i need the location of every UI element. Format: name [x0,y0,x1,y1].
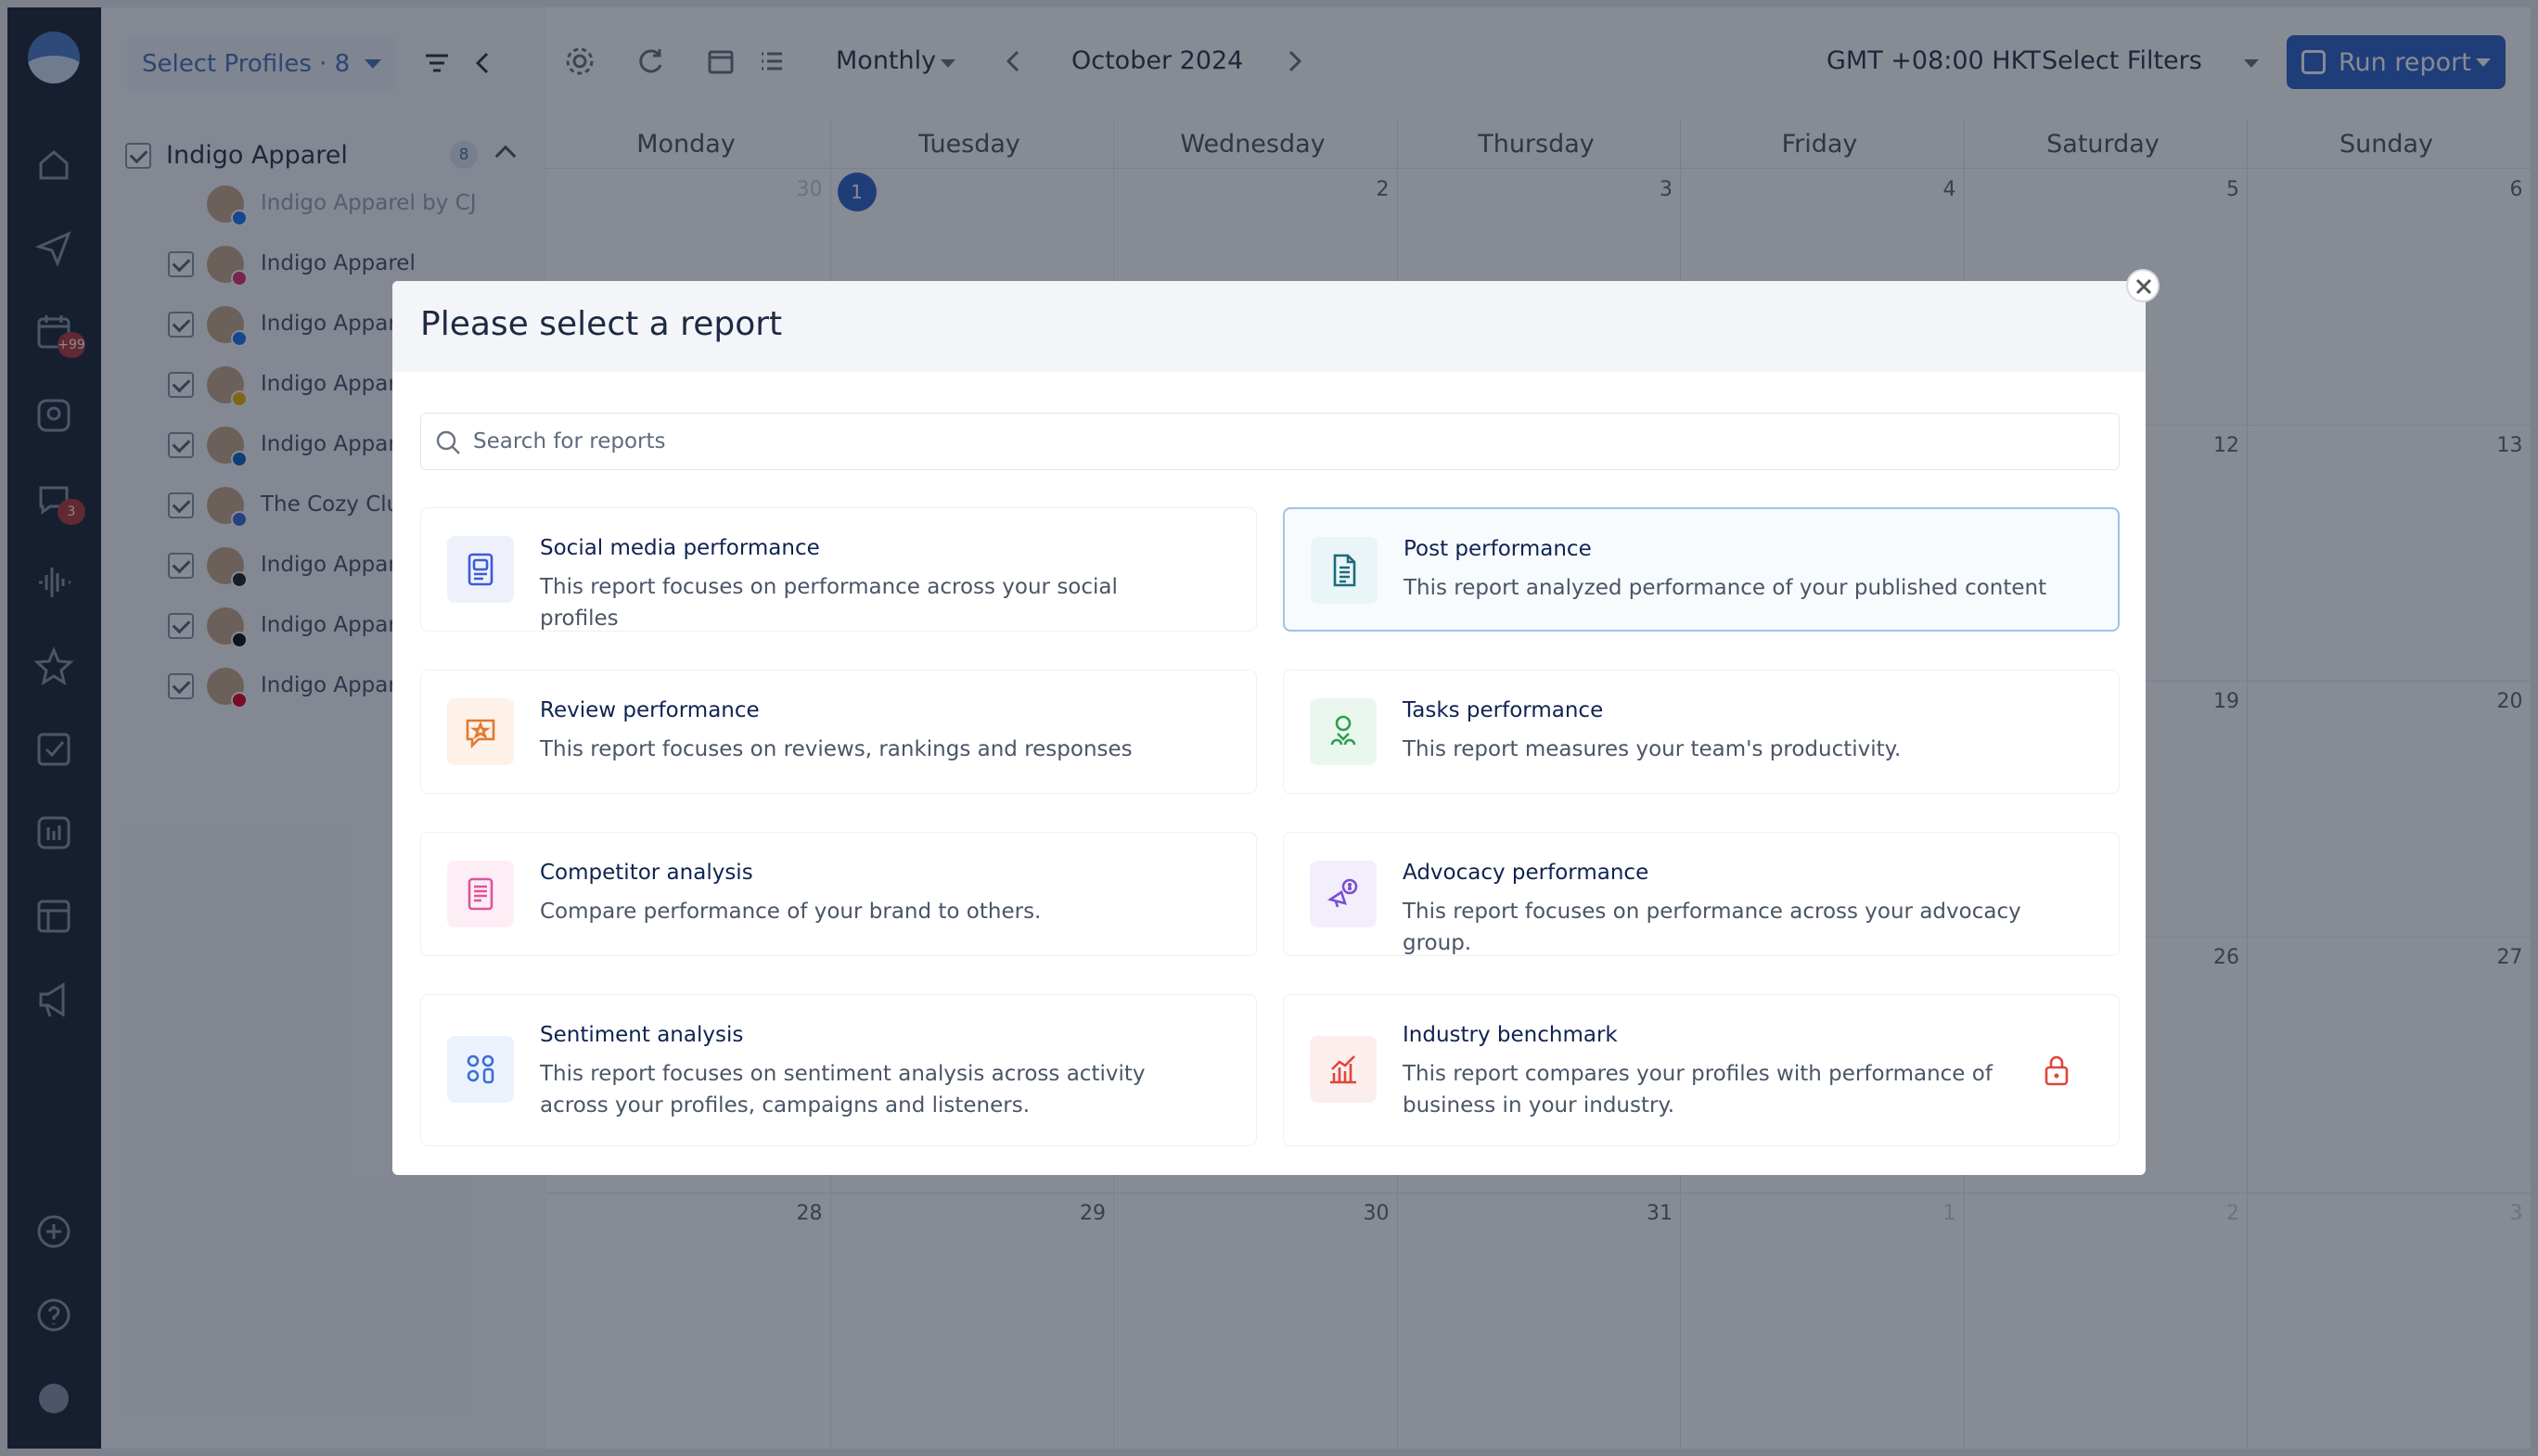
sentiment-icon [447,1036,514,1103]
search-input[interactable] [473,425,2087,458]
advocacy-icon [1310,861,1377,927]
competitor-icon [447,861,514,927]
benchmark-icon [1310,1036,1377,1103]
search-icon [436,430,460,454]
report-title: Post performance [1404,537,1592,561]
report-search [420,413,2120,470]
report-card[interactable]: Tasks performance This report measures yo… [1283,670,2120,794]
document-icon [1311,537,1378,604]
report-title: Social media performance [540,536,820,560]
review-star-icon [447,698,514,765]
team-icon [1310,698,1377,765]
report-title: Advocacy performance [1403,861,1649,885]
report-card[interactable]: Advocacy performance This report focuses … [1283,832,2120,956]
report-description: This report focuses on performance acros… [1403,900,2021,955]
modal-title: Please select a report [420,305,783,343]
lock-icon [2043,1054,2070,1086]
close-icon [2135,278,2152,295]
report-description: This report focuses on reviews, rankings… [540,737,1133,761]
report-description: This report compares your profiles with … [1403,1062,1993,1118]
report-card[interactable]: Social media performance This report focu… [420,507,1257,632]
report-title: Industry benchmark [1403,1023,1618,1047]
report-card[interactable]: Post performance This report analyzed per… [1283,507,2120,632]
close-modal-button[interactable] [2126,269,2160,302]
modal-header: Please select a report [392,281,2146,372]
report-description: This report focuses on sentiment analysi… [540,1062,1146,1118]
report-title: Tasks performance [1403,698,1604,722]
report-description: Compare performance of your brand to oth… [540,900,1042,924]
report-title: Sentiment analysis [540,1023,744,1047]
report-card[interactable]: Industry benchmark This report compares y… [1283,994,2120,1146]
report-selection-modal: Please select a report Social media perf… [392,281,2146,1175]
social-report-icon [447,536,514,603]
report-description: This report analyzed performance of your… [1404,576,2047,600]
report-description: This report measures your team's product… [1403,737,1902,761]
report-title: Competitor analysis [540,861,753,885]
report-description: This report focuses on performance acros… [540,575,1118,631]
report-title: Review performance [540,698,760,722]
report-card[interactable]: Review performance This report focuses on… [420,670,1257,794]
report-card[interactable]: Competitor analysis Compare performance o… [420,832,1257,956]
report-card[interactable]: Sentiment analysis This report focuses on… [420,994,1257,1146]
